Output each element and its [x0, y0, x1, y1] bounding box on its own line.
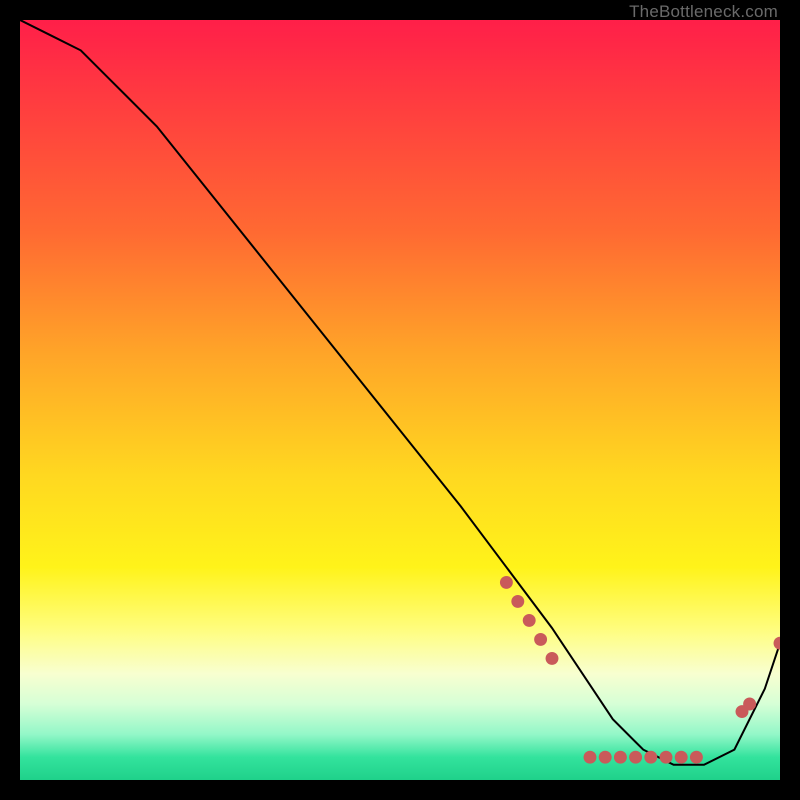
cluster-bottom-point	[629, 751, 642, 764]
cluster-bottom-point	[660, 751, 673, 764]
cluster-descending-point	[500, 576, 513, 589]
cluster-rising-point	[743, 698, 756, 711]
cluster-bottom-point	[690, 751, 703, 764]
chart-stage: TheBottleneck.com	[0, 0, 800, 800]
cluster-rising-point	[774, 637, 780, 650]
chart-svg	[20, 20, 780, 780]
plot-area	[20, 20, 780, 780]
cluster-bottom-point	[599, 751, 612, 764]
cluster-descending-point	[523, 614, 536, 627]
marker-group	[500, 576, 780, 764]
bottleneck-curve	[20, 20, 780, 765]
cluster-bottom-point	[584, 751, 597, 764]
cluster-descending-point	[546, 652, 559, 665]
cluster-descending-point	[534, 633, 547, 646]
cluster-bottom-point	[644, 751, 657, 764]
line-series	[20, 20, 780, 765]
cluster-descending-point	[511, 595, 524, 608]
watermark-text: TheBottleneck.com	[629, 2, 778, 22]
cluster-bottom-point	[675, 751, 688, 764]
cluster-bottom-point	[614, 751, 627, 764]
